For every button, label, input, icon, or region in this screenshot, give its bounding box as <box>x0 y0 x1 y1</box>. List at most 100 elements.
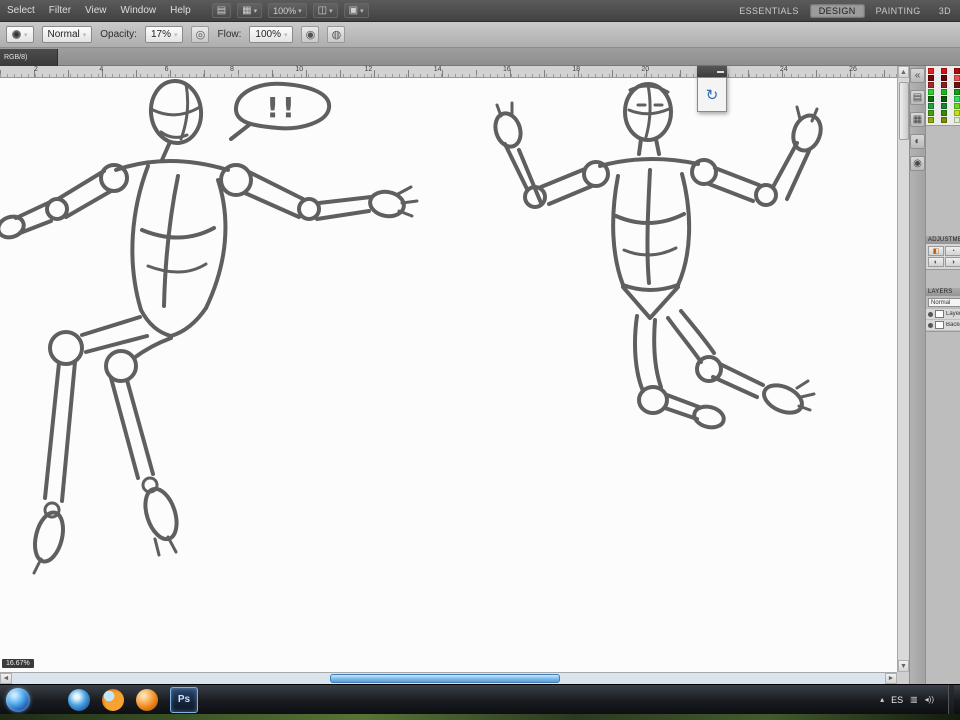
workspace-design[interactable]: DESIGN <box>809 3 865 18</box>
color-swatch[interactable] <box>928 68 934 74</box>
color-swatch[interactable] <box>928 89 934 95</box>
workspace-essentials[interactable]: ESSENTIALS <box>730 4 808 18</box>
swatches-panel-icon[interactable]: ▦ <box>910 112 925 127</box>
menu-view[interactable]: View <box>78 0 114 22</box>
launch-bridge-button[interactable]: ▤ <box>211 3 232 18</box>
color-swatch[interactable] <box>928 117 934 123</box>
flow-input[interactable]: 100% ▾ <box>249 26 294 43</box>
show-desktop-button[interactable] <box>948 684 954 715</box>
floating-panel-header[interactable] <box>697 66 727 77</box>
vertical-scrollbar[interactable]: ▲ ▼ <box>897 66 909 672</box>
color-swatch[interactable] <box>940 75 947 81</box>
color-swatch[interactable] <box>953 68 960 74</box>
windows-taskbar: Ps ▴ ES ▥ ◂)) <box>0 684 960 715</box>
color-swatch[interactable] <box>940 110 947 116</box>
zoom-level-value: 100% <box>273 5 297 16</box>
adjustments-panel-icon[interactable]: ◐ <box>910 134 925 149</box>
color-swatch[interactable] <box>953 117 960 123</box>
start-button[interactable] <box>6 687 30 712</box>
brush-preset-picker[interactable]: ▾ <box>6 26 34 43</box>
collapse-icon[interactable] <box>717 70 724 73</box>
layer-blend-mode-select[interactable]: Normal ▾ <box>928 298 960 307</box>
color-swatch[interactable] <box>940 96 947 102</box>
tray-expand-icon[interactable]: ▴ <box>880 695 884 704</box>
color-swatch[interactable] <box>953 82 960 88</box>
color-swatch[interactable] <box>940 82 947 88</box>
layers-header[interactable]: LAYERS <box>926 288 960 296</box>
color-swatch[interactable] <box>953 96 960 102</box>
network-icon[interactable]: ▥ <box>910 695 918 704</box>
blend-mode-select[interactable]: Normal ▾ <box>41 26 93 43</box>
workspace-painting[interactable]: PAINTING <box>867 4 930 18</box>
vertical-scroll-thumb[interactable] <box>899 82 909 140</box>
media-player-icon[interactable] <box>68 688 90 711</box>
floating-tool-panel[interactable]: ↻ <box>697 66 727 112</box>
airbrush-icon[interactable]: ◉ <box>301 26 320 43</box>
scroll-up-arrow[interactable]: ▲ <box>898 66 909 78</box>
chevron-down-icon: ▾ <box>298 7 302 15</box>
volume-icon[interactable]: ◂)) <box>925 695 934 704</box>
color-swatch[interactable] <box>953 110 960 116</box>
floating-panel-body[interactable]: ↻ <box>697 77 727 112</box>
scroll-down-arrow[interactable]: ▼ <box>898 660 909 672</box>
opacity-input[interactable]: 17% ▾ <box>144 26 184 43</box>
scroll-right-arrow[interactable]: ► <box>885 673 897 684</box>
workspace-3d[interactable]: 3D <box>930 4 960 18</box>
styles-panel-icon[interactable]: ◉ <box>910 156 925 171</box>
collapse-dock-icon[interactable]: « <box>910 68 925 83</box>
ruler-number: 20 <box>641 66 650 73</box>
opacity-value: 17% <box>150 29 171 40</box>
orange-app-icon[interactable] <box>136 688 158 711</box>
menu-window[interactable]: Window <box>114 0 164 22</box>
zoom-level-control[interactable]: 100% ▾ <box>268 3 307 18</box>
vibrance-adjustment-icon[interactable]: ◐ <box>928 257 944 267</box>
view-extras-button[interactable]: ▦ ▾ <box>237 3 263 18</box>
chevron-down-icon: ▾ <box>24 31 28 39</box>
adjustments-header[interactable]: ADJUSTMENTS <box>926 236 960 244</box>
ruler-number: 4 <box>99 66 104 73</box>
flow-value: 100% <box>255 29 281 40</box>
photoshop-taskbar-button[interactable]: Ps <box>170 686 198 713</box>
color-swatch[interactable] <box>928 103 934 109</box>
arrange-documents-button[interactable]: ◫ ▾ <box>312 3 338 18</box>
chevron-down-icon: ▾ <box>360 7 364 15</box>
canvas[interactable]: !! <box>0 78 897 672</box>
color-swatch[interactable] <box>928 96 934 102</box>
layer-thumbnail <box>935 321 944 329</box>
horizontal-scroll-thumb[interactable] <box>330 674 560 683</box>
adjustment-icons: ◧ ◔ ▤ ◐ ◑ ▦ <box>926 244 960 269</box>
color-swatch[interactable] <box>940 117 947 123</box>
bw-adjustment-icon[interactable]: ◑ <box>945 257 960 267</box>
color-swatch[interactable] <box>953 89 960 95</box>
layer-visibility-icon[interactable] <box>928 322 933 328</box>
color-panel-icon[interactable]: ▤ <box>910 90 925 105</box>
speech-bubble-sketch: !! <box>229 81 332 141</box>
menu-filter[interactable]: Filter <box>42 0 78 22</box>
screen-mode-button[interactable]: ▣ ▾ <box>343 3 369 18</box>
curves-adjustment-icon[interactable]: ◔ <box>945 246 960 256</box>
document-tab[interactable]: RGB/8) <box>0 49 58 66</box>
system-tray[interactable]: ▴ ES ▥ ◂)) <box>880 695 938 705</box>
layer-row[interactable]: Background <box>926 320 960 331</box>
scroll-left-arrow[interactable]: ◄ <box>0 673 12 684</box>
color-swatch[interactable] <box>953 103 960 109</box>
firefox-icon[interactable] <box>102 688 124 711</box>
menu-help[interactable]: Help <box>163 0 198 22</box>
horizontal-scrollbar[interactable]: ◄ ► <box>0 672 897 684</box>
layer-row[interactable]: Layer 1 <box>926 309 960 320</box>
color-swatch[interactable] <box>928 110 934 116</box>
layer-visibility-icon[interactable] <box>928 311 933 317</box>
menu-select[interactable]: Select <box>0 0 42 22</box>
color-swatch[interactable] <box>940 89 947 95</box>
color-swatch[interactable] <box>953 75 960 81</box>
language-indicator[interactable]: ES <box>891 695 903 705</box>
rotate-view-icon[interactable]: ↻ <box>706 86 719 104</box>
pressure-size-icon[interactable]: ◍ <box>327 26 346 43</box>
color-swatch[interactable] <box>940 103 947 109</box>
color-swatch[interactable] <box>928 82 934 88</box>
color-swatch[interactable] <box>940 68 947 74</box>
color-swatch[interactable] <box>928 75 934 81</box>
levels-adjustment-icon[interactable]: ◧ <box>928 246 944 256</box>
canvas-sketch[interactable]: !! <box>0 78 897 672</box>
pressure-opacity-icon[interactable]: ◎ <box>191 26 210 43</box>
